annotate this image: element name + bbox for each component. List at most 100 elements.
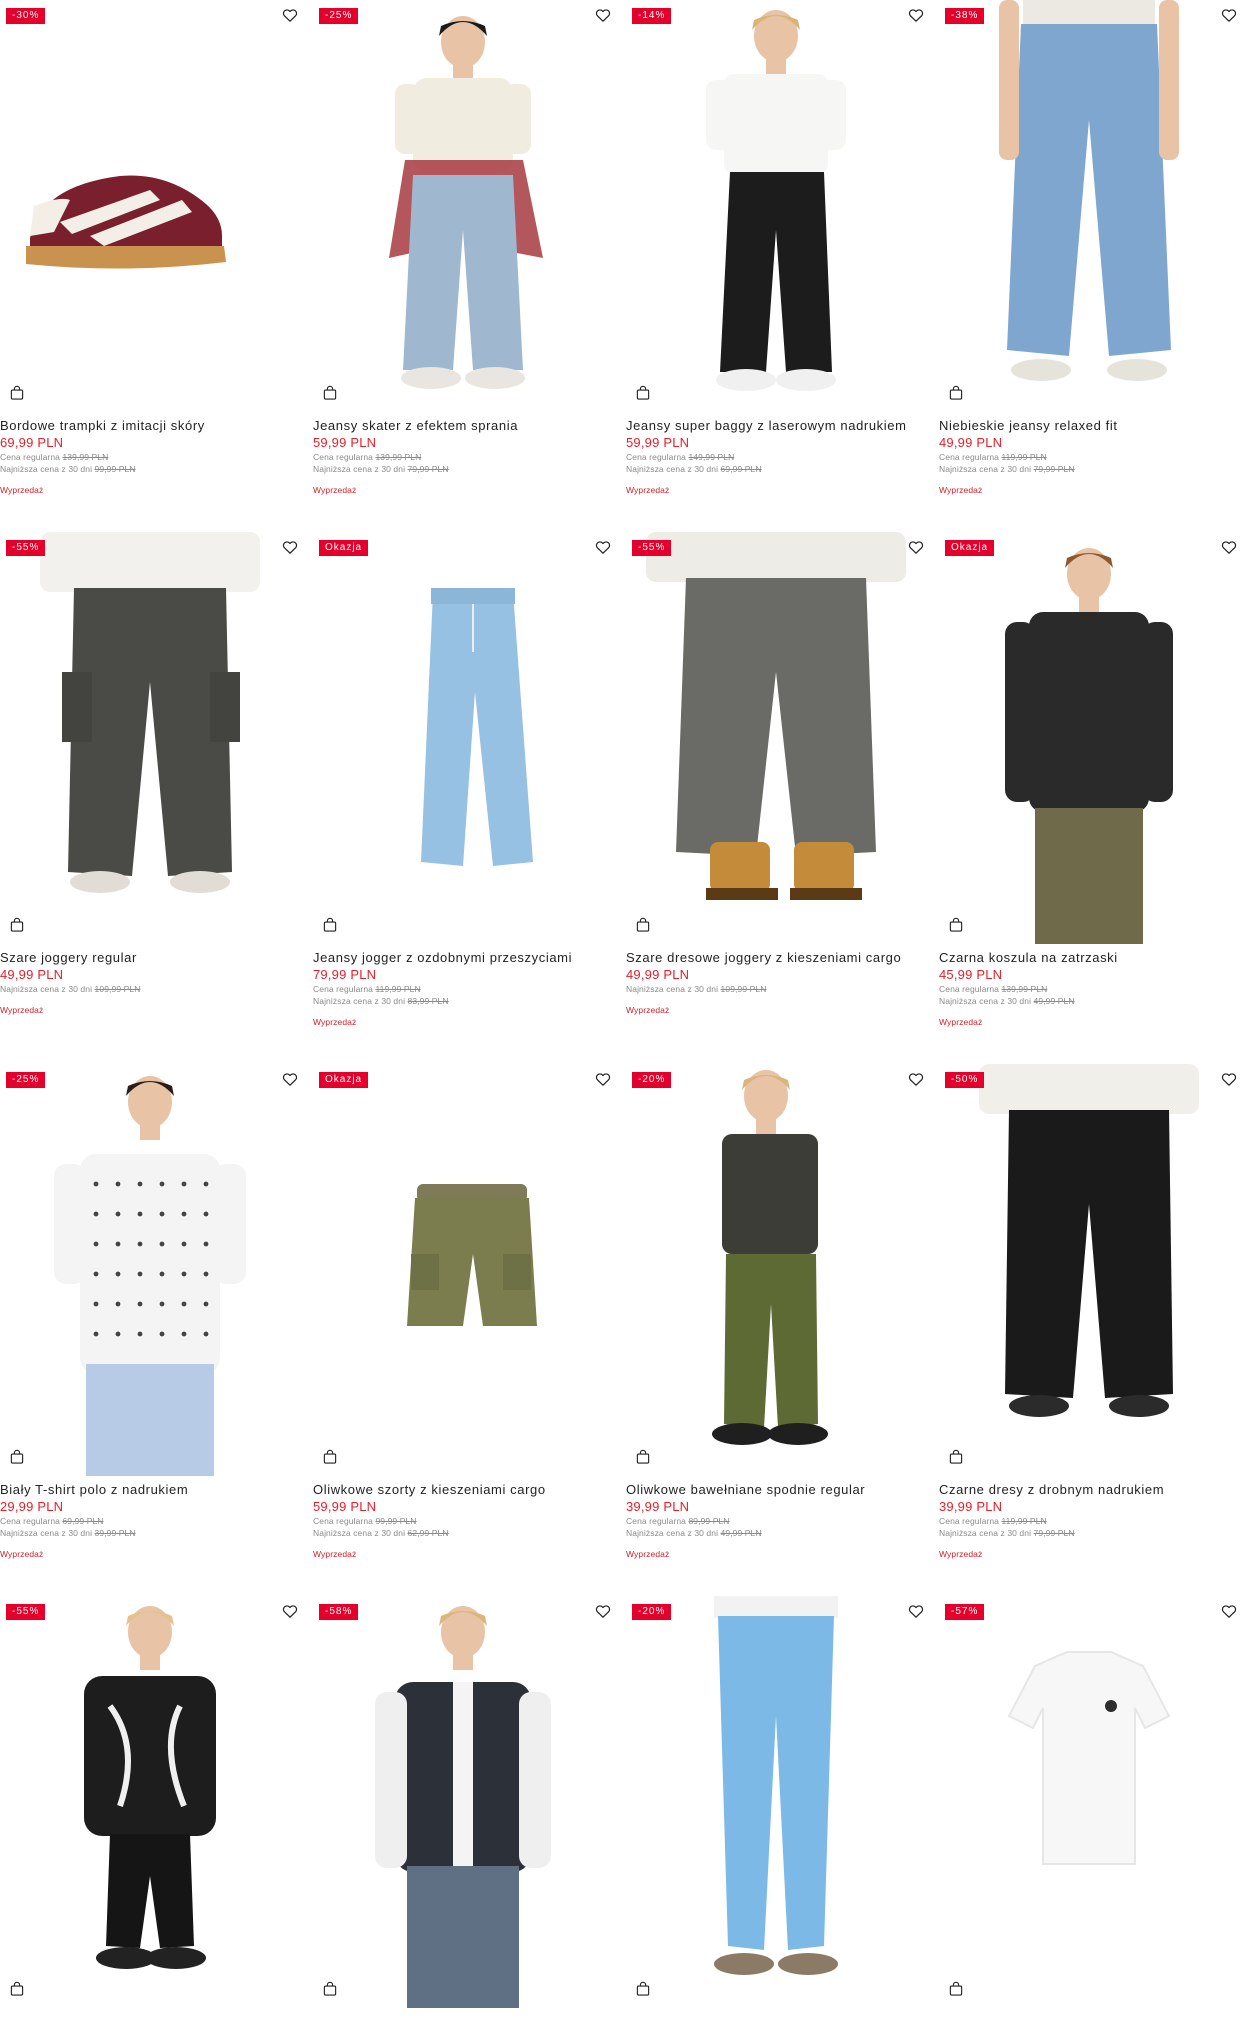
product-card[interactable]: Okazja Oliwkowe szorty z kieszeniami car… — [313, 1064, 626, 1596]
shopping-bag-icon[interactable] — [321, 1448, 339, 1466]
heart-outline-icon[interactable] — [594, 538, 612, 556]
product-illustration — [646, 532, 906, 900]
heart-outline-icon[interactable] — [907, 1070, 925, 1088]
product-card[interactable]: -20% Oliwkowe bawełniane spodnie regular… — [626, 1064, 939, 1596]
product-card[interactable]: -57% — [939, 1596, 1250, 2039]
product-illustration — [706, 10, 846, 391]
product-image[interactable] — [939, 1064, 1239, 1476]
product-image[interactable] — [313, 0, 613, 412]
product-card[interactable]: -55% Szare dresowe joggery z kieszeniami… — [626, 532, 939, 1064]
product-name[interactable]: Szare dresowe joggery z kieszeniami carg… — [626, 950, 931, 966]
product-image[interactable] — [626, 0, 926, 412]
discount-badge: -55% — [6, 540, 46, 556]
product-image[interactable] — [0, 0, 300, 412]
heart-outline-icon[interactable] — [1220, 538, 1238, 556]
sale-tag: Wyprzedaż — [939, 485, 983, 495]
heart-outline-icon[interactable] — [1220, 1070, 1238, 1088]
product-price: 59,99 PLN — [626, 435, 690, 450]
price-history-line: Cena regularna 119,99 PLN — [939, 451, 1244, 463]
product-card[interactable]: Okazja Czarna koszula na zatrzaski 45,99… — [939, 532, 1250, 1064]
shopping-bag-icon[interactable] — [947, 1448, 965, 1466]
heart-outline-icon[interactable] — [1220, 1602, 1238, 1620]
shopping-bag-icon[interactable] — [947, 1980, 965, 1998]
price-history-value: 119,99 PLN — [1001, 1516, 1047, 1526]
product-name[interactable]: Jeansy super baggy z laserowym nadrukiem — [626, 418, 931, 434]
product-card[interactable]: Okazja Jeansy jogger z ozdobnymi przeszy… — [313, 532, 626, 1064]
discount-badge: -25% — [319, 8, 359, 24]
product-card[interactable]: -58% — [313, 1596, 626, 2039]
heart-outline-icon[interactable] — [281, 538, 299, 556]
heart-outline-icon[interactable] — [594, 1602, 612, 1620]
product-name[interactable]: Szare joggery regular — [0, 950, 305, 966]
shopping-bag-icon[interactable] — [8, 384, 26, 402]
product-image[interactable] — [939, 532, 1239, 944]
product-name[interactable]: Niebieskie jeansy relaxed fit — [939, 418, 1244, 434]
shopping-bag-icon[interactable] — [321, 916, 339, 934]
product-name[interactable]: Czarna koszula na zatrzaski — [939, 950, 1244, 966]
shopping-bag-icon[interactable] — [947, 916, 965, 934]
lowest-price-value: 83,99 PLN — [407, 996, 449, 1006]
product-name[interactable]: Jeansy skater z efektem sprania — [313, 418, 618, 434]
heart-outline-icon[interactable] — [281, 1602, 299, 1620]
product-image[interactable] — [313, 1596, 613, 2008]
product-illustration — [421, 588, 533, 866]
product-card[interactable]: -38% Niebieskie jeansy relaxed fit 49,99… — [939, 0, 1250, 532]
product-image[interactable] — [0, 1596, 300, 2008]
price-history-value: 89,99 PLN — [688, 1516, 730, 1526]
shopping-bag-icon[interactable] — [947, 384, 965, 402]
product-card[interactable]: -20% — [626, 1596, 939, 2039]
product-image[interactable] — [626, 532, 926, 944]
heart-outline-icon[interactable] — [594, 6, 612, 24]
price-history-label: Cena regularna — [626, 1516, 686, 1526]
shopping-bag-icon[interactable] — [321, 384, 339, 402]
heart-outline-icon[interactable] — [907, 1602, 925, 1620]
product-image[interactable] — [0, 532, 300, 944]
shopping-bag-icon[interactable] — [8, 1980, 26, 1998]
product-price: 59,99 PLN — [313, 1499, 377, 1514]
price-history-value: 119,99 PLN — [375, 984, 421, 994]
heart-outline-icon[interactable] — [281, 1070, 299, 1088]
product-image[interactable] — [939, 1596, 1239, 2008]
product-image[interactable] — [626, 1064, 926, 1476]
product-card[interactable]: -55% — [0, 1596, 313, 2039]
heart-outline-icon[interactable] — [594, 1070, 612, 1088]
product-card[interactable]: -55% Szare joggery regular 49,99 PLN Naj… — [0, 532, 313, 1064]
lowest-price-label: Najniższa cena z 30 dni — [939, 996, 1032, 1006]
product-name[interactable]: Bordowe trampki z imitacji skóry — [0, 418, 305, 434]
product-illustration — [714, 1596, 838, 1975]
product-name[interactable]: Czarne dresy z drobnym nadrukiem — [939, 1482, 1244, 1498]
product-card[interactable]: -25% Biały T-shirt polo z nadrukiem 29,9… — [0, 1064, 313, 1596]
product-card[interactable]: -30% Bordowe trampki z imitacji skóry 69… — [0, 0, 313, 532]
product-image[interactable] — [313, 532, 613, 944]
heart-outline-icon[interactable] — [907, 538, 925, 556]
shopping-bag-icon[interactable] — [8, 1448, 26, 1466]
product-name[interactable]: Oliwkowe szorty z kieszeniami cargo — [313, 1482, 618, 1498]
product-image[interactable] — [0, 1064, 300, 1476]
shopping-bag-icon[interactable] — [321, 1980, 339, 1998]
price-history-line: Cena regularna 99,99 PLN — [313, 1515, 618, 1527]
lowest-price-value: 99,99 PLN — [94, 464, 136, 474]
shopping-bag-icon[interactable] — [634, 384, 652, 402]
shopping-bag-icon[interactable] — [634, 916, 652, 934]
heart-outline-icon[interactable] — [1220, 6, 1238, 24]
heart-outline-icon[interactable] — [907, 6, 925, 24]
product-name[interactable]: Jeansy jogger z ozdobnymi przeszyciami — [313, 950, 618, 966]
product-card[interactable]: -50% Czarne dresy z drobnym nadrukiem 39… — [939, 1064, 1250, 1596]
heart-outline-icon[interactable] — [281, 6, 299, 24]
shopping-bag-icon[interactable] — [8, 916, 26, 934]
shopping-bag-icon[interactable] — [634, 1980, 652, 1998]
product-card[interactable]: -14% Jeansy super baggy z laserowym nadr… — [626, 0, 939, 532]
product-price: 39,99 PLN — [939, 1499, 1003, 1514]
product-image[interactable] — [313, 1064, 613, 1476]
discount-badge: -55% — [632, 540, 672, 556]
product-image[interactable] — [626, 1596, 926, 2008]
lowest-price-value: 79,99 PLN — [1033, 1528, 1075, 1538]
lowest-price-line: Najniższa cena z 30 dni 83,99 PLN — [313, 995, 618, 1007]
product-name[interactable]: Oliwkowe bawełniane spodnie regular — [626, 1482, 931, 1498]
product-price: 29,99 PLN — [0, 1499, 64, 1514]
product-name[interactable]: Biały T-shirt polo z nadrukiem — [0, 1482, 305, 1498]
product-card[interactable]: -25% Jeansy skater z efektem sprania 59,… — [313, 0, 626, 532]
shopping-bag-icon[interactable] — [634, 1448, 652, 1466]
product-image[interactable] — [939, 0, 1239, 412]
sale-tag: Wyprzedaż — [0, 1549, 44, 1559]
